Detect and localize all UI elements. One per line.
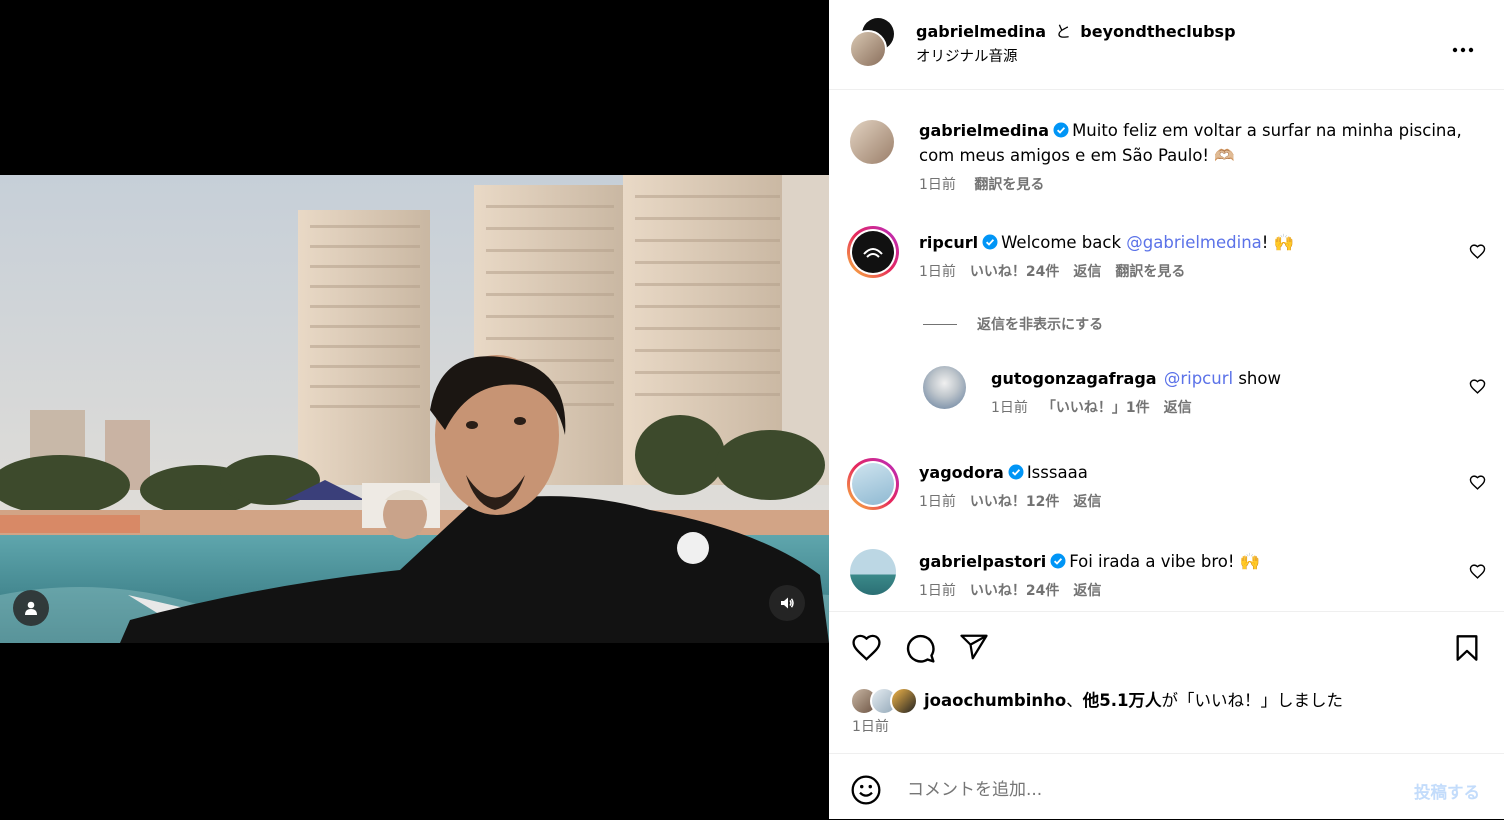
comment-avatar-gabrielpastori[interactable]: [850, 549, 896, 595]
hide-replies-toggle[interactable]: 返信を非表示にする: [923, 314, 1103, 334]
comment-time[interactable]: 1日前: [919, 264, 956, 280]
liked-by-username[interactable]: joaochumbinho: [924, 691, 1066, 710]
reply-button[interactable]: 返信: [1073, 583, 1101, 599]
like-heart-icon[interactable]: [850, 632, 883, 663]
share-send-icon[interactable]: [958, 632, 990, 662]
more-options-icon[interactable]: [1451, 38, 1477, 53]
liked-by-avatars[interactable]: [850, 685, 920, 715]
caption-text-line2: com meus amigos e em São Paulo! 🫶🏼: [919, 146, 1235, 165]
verified-icon: [1008, 464, 1024, 480]
reply-button[interactable]: 返信: [1073, 494, 1101, 510]
likes-count-link[interactable]: 他5.1万人: [1083, 691, 1162, 710]
comment-likes[interactable]: いいね！12件: [970, 494, 1059, 510]
reply-button[interactable]: 返信: [1073, 264, 1101, 280]
collab-connector: と: [1055, 22, 1072, 41]
reply-time[interactable]: 1日前: [991, 400, 1028, 416]
comment-like-heart-icon[interactable]: [1469, 378, 1486, 395]
comment-likes[interactable]: いいね！24件: [970, 583, 1059, 599]
reply-avatar[interactable]: [923, 366, 966, 409]
caption-text-line1: Muito feliz em voltar a surfar na minha …: [1072, 121, 1462, 140]
comment-text: Isssaaa: [1026, 463, 1088, 482]
comment-time[interactable]: 1日前: [919, 494, 956, 510]
mention-link[interactable]: @ripcurl: [1164, 369, 1233, 388]
post-details-panel: gabrielmedina と beyondtheclubsp オリジナル音源 …: [829, 0, 1504, 819]
comment-avatar-ripcurl[interactable]: [847, 226, 899, 278]
comment-text-suffix: ! 🙌: [1261, 233, 1295, 252]
comment-like-heart-icon[interactable]: [1469, 243, 1486, 260]
see-translation-link[interactable]: 翻訳を見る: [1115, 264, 1185, 280]
comment-like-heart-icon[interactable]: [1469, 474, 1486, 491]
comment-bubble-icon[interactable]: [904, 632, 936, 664]
caption-username[interactable]: gabrielmedina: [919, 121, 1049, 140]
mention-link[interactable]: @gabrielmedina: [1126, 233, 1262, 252]
video-still: [0, 175, 829, 643]
reply-username[interactable]: gutogonzagafraga: [991, 369, 1157, 388]
video-frame[interactable]: [0, 175, 829, 643]
comment-composer: 投稿する: [829, 753, 1504, 820]
post-actions: joaochumbinho、他5.1万人が「いいね！」しました 1日前: [829, 611, 1504, 754]
comment-username[interactable]: yagodora: [919, 463, 1004, 482]
verified-icon: [1053, 122, 1069, 138]
post-comment-button[interactable]: 投稿する: [1414, 779, 1480, 803]
verified-icon: [982, 234, 998, 250]
comment-text: Welcome back: [1001, 233, 1127, 252]
hide-replies-label: 返信を非表示にする: [977, 317, 1104, 333]
comment-time[interactable]: 1日前: [919, 583, 956, 599]
comment-username[interactable]: gabrielpastori: [919, 552, 1046, 571]
emoji-picker-icon[interactable]: [850, 774, 882, 806]
comment-likes[interactable]: いいね！24件: [970, 264, 1059, 280]
comment-like-heart-icon[interactable]: [1469, 563, 1486, 580]
reply-text: show: [1233, 369, 1281, 388]
caption-time[interactable]: 1日前: [919, 177, 956, 193]
caption-avatar[interactable]: [850, 120, 894, 164]
post-time[interactable]: 1日前: [852, 716, 889, 736]
author-avatar[interactable]: [849, 30, 887, 68]
see-translation-link[interactable]: 翻訳を見る: [974, 177, 1044, 193]
comment-avatar-yagodora[interactable]: [847, 458, 899, 510]
replies-divider: [923, 323, 957, 325]
liked-by-separator: 、: [1066, 691, 1083, 710]
verified-icon: [1050, 553, 1066, 569]
reply-likes[interactable]: 「いいね！」1件: [1042, 400, 1150, 416]
liked-by-suffix: が「いいね！」しました: [1161, 691, 1343, 710]
tagged-people-button[interactable]: [13, 590, 49, 626]
save-bookmark-icon[interactable]: [1453, 632, 1481, 664]
comment-input[interactable]: [905, 774, 1379, 806]
comment-username[interactable]: ripcurl: [919, 233, 978, 252]
reply-button[interactable]: 返信: [1164, 400, 1192, 416]
video-player[interactable]: [0, 0, 829, 819]
post-header: gabrielmedina と beyondtheclubsp オリジナル音源: [829, 0, 1504, 90]
user-icon: [25, 601, 37, 615]
audio-label[interactable]: オリジナル音源: [916, 45, 1018, 66]
collab-username[interactable]: beyondtheclubsp: [1080, 22, 1235, 41]
speaker-icon: [781, 597, 794, 609]
mute-toggle-button[interactable]: [769, 585, 805, 621]
comment-text: Foi irada a vibe bro! 🙌: [1069, 552, 1261, 571]
author-username[interactable]: gabrielmedina: [916, 22, 1046, 41]
